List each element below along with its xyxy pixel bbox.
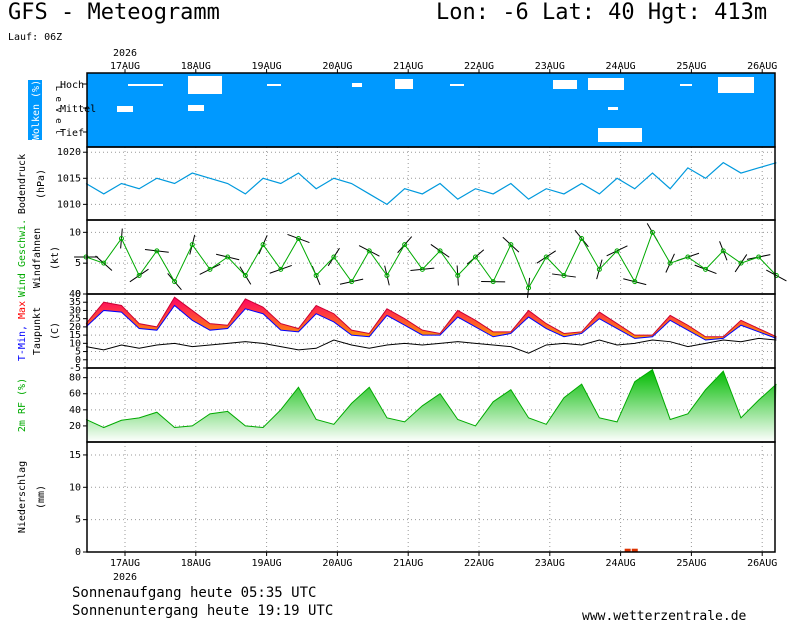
wind-speed-line bbox=[85, 231, 777, 289]
humidity-area bbox=[86, 369, 777, 442]
cloud-cell bbox=[395, 79, 413, 89]
y-tick-label: 0 bbox=[75, 547, 81, 558]
date-tick-label-bottom: 17AUG bbox=[110, 558, 140, 569]
date-tick-label-bottom: 21AUG bbox=[393, 558, 423, 569]
precipitation-axis-label: Niederschlag bbox=[17, 461, 28, 533]
cloud-axis-label: Wolken (%) bbox=[31, 80, 42, 140]
cloud-cell bbox=[128, 84, 163, 86]
y-tick-label: 5 bbox=[75, 258, 81, 269]
cloud-cell bbox=[598, 128, 642, 142]
cloud-cell bbox=[188, 76, 222, 94]
date-tick-label-bottom: 19AUG bbox=[252, 558, 282, 569]
y-tick-label: 10 bbox=[69, 227, 81, 238]
cloud-cell bbox=[608, 107, 618, 110]
panel-border bbox=[86, 219, 776, 295]
meteogram-chart: 17AUG17AUG18AUG18AUG19AUG19AUG20AUG20AUG… bbox=[17, 48, 787, 583]
date-tick-label-bottom: 26AUG bbox=[747, 558, 777, 569]
y-tick-label: 5 bbox=[75, 515, 81, 526]
wind-axis-label: Wind Geschwi. bbox=[17, 219, 28, 297]
dewpoint-line bbox=[85, 337, 777, 354]
y-tick-label: 40 bbox=[69, 289, 81, 300]
cloud-cell bbox=[117, 106, 133, 112]
pressure-unit-label: (hPa) bbox=[36, 169, 47, 199]
site-link[interactable]: www.wetterzentrale.de bbox=[582, 609, 746, 624]
date-tick-label-bottom: 22AUG bbox=[464, 558, 494, 569]
date-tick-label-bottom: 25AUG bbox=[676, 558, 706, 569]
pressure-line bbox=[85, 161, 777, 206]
panel-border bbox=[86, 441, 776, 553]
cloud-cell bbox=[588, 78, 624, 90]
cloud-level-label: Mittel bbox=[60, 104, 96, 115]
sunrise-text: Sonnenaufgang heute 05:35 UTC bbox=[72, 585, 317, 601]
y-tick-label: 10 bbox=[69, 482, 81, 493]
y-tick-label: 15 bbox=[69, 450, 81, 461]
temperature-axis-label: T-Min, Max bbox=[17, 301, 28, 361]
year-label-top: 2026 bbox=[113, 48, 137, 59]
year-label-bottom: 2026 bbox=[113, 572, 137, 583]
cloud-cell bbox=[188, 105, 204, 111]
cloud-cell bbox=[352, 83, 362, 87]
y-tick-label: 20 bbox=[69, 421, 81, 432]
wind-unit-label: (kt) bbox=[50, 246, 61, 270]
y-tick-label: 1020 bbox=[57, 147, 81, 158]
cloud-cell bbox=[267, 84, 281, 86]
date-tick-label-bottom: 18AUG bbox=[181, 558, 211, 569]
cloud-cell bbox=[680, 84, 692, 86]
cloud-level-axis-label: L e v e l bbox=[53, 86, 63, 135]
cloud-cell bbox=[553, 80, 577, 89]
panel-border bbox=[86, 146, 776, 221]
y-tick-label: 1015 bbox=[57, 173, 81, 184]
humidity-axis-label: 2m RF (%) bbox=[17, 378, 28, 432]
y-tick-label: 60 bbox=[69, 389, 81, 400]
y-tick-label: 80 bbox=[69, 373, 81, 384]
cloud-cell bbox=[450, 84, 464, 86]
date-tick-label-bottom: 24AUG bbox=[606, 558, 636, 569]
temperature-unit-label: (C) bbox=[50, 322, 61, 340]
panel-border bbox=[86, 293, 776, 369]
y-tick-label: 1010 bbox=[57, 199, 81, 210]
pressure-axis-label: Bodendruck bbox=[17, 154, 28, 214]
wind-barb-label: Windfahnen bbox=[32, 228, 43, 288]
y-tick-label: 40 bbox=[69, 405, 81, 416]
date-tick-label-bottom: 20AUG bbox=[322, 558, 352, 569]
sunset-text: Sonnenuntergang heute 19:19 UTC bbox=[72, 603, 334, 619]
cloud-cell bbox=[718, 77, 754, 93]
precipitation-unit-label: (mm) bbox=[36, 485, 47, 509]
dewpoint-axis-label: Taupunkt bbox=[32, 307, 43, 355]
date-tick-label-bottom: 23AUG bbox=[535, 558, 565, 569]
